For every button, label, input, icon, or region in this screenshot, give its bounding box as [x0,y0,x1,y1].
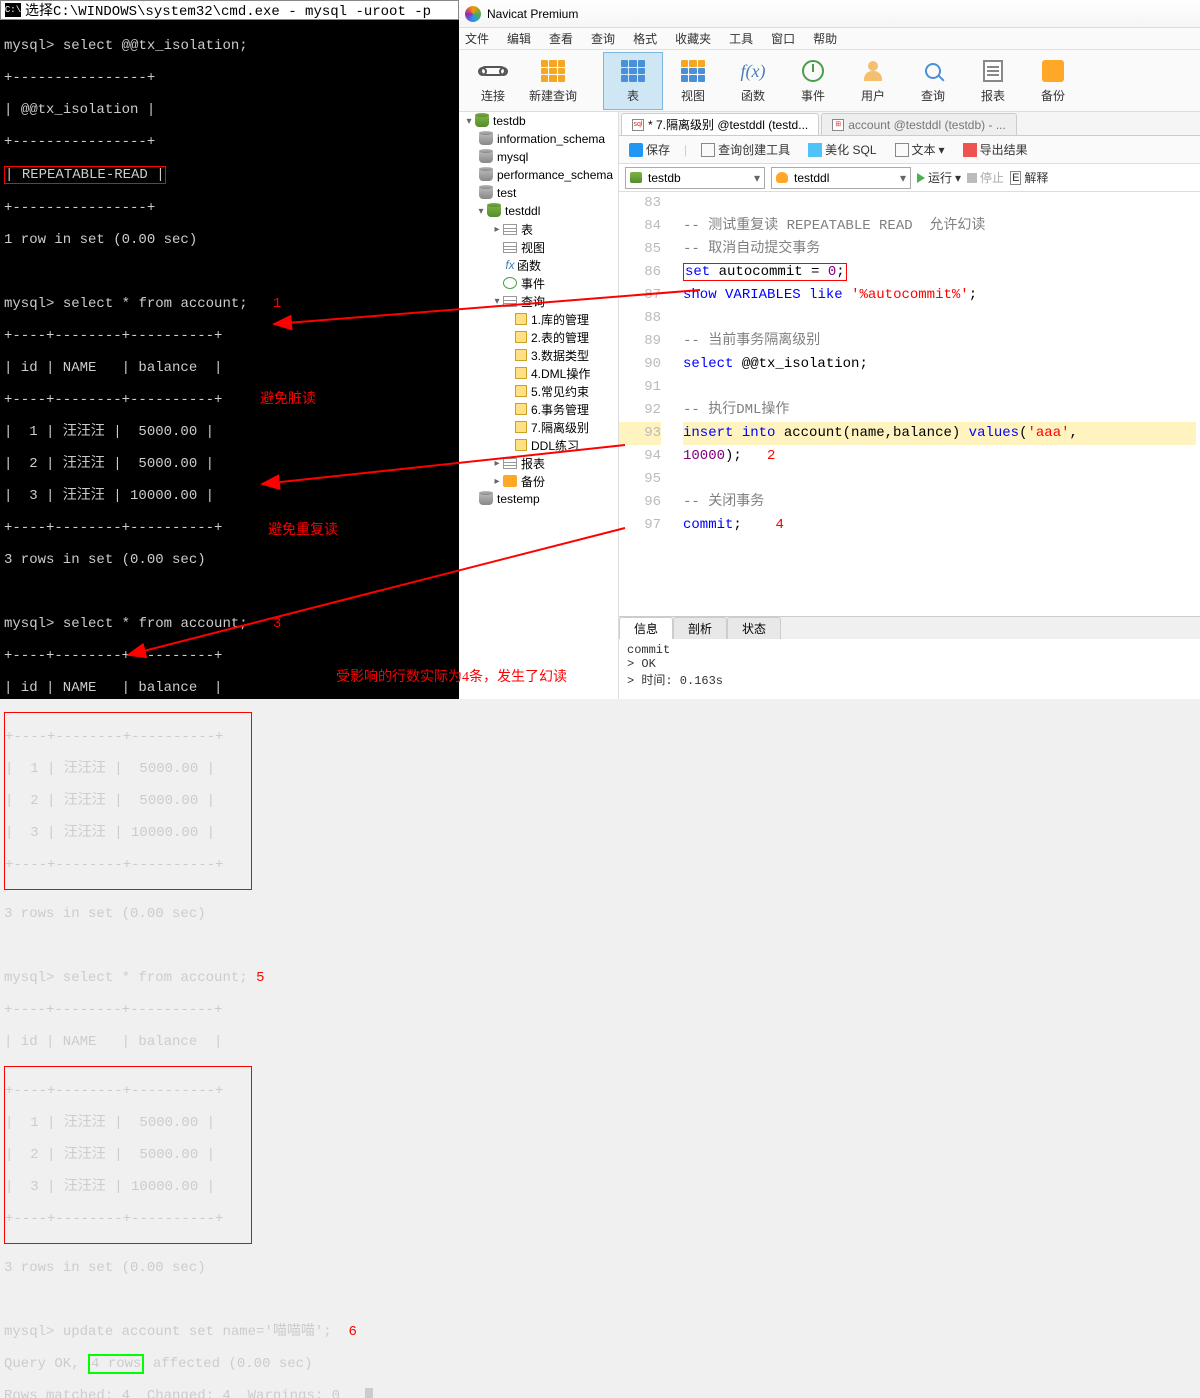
explain-icon: E [1010,171,1021,185]
export-button[interactable]: 导出结果 [959,139,1032,160]
menu-query[interactable]: 查询 [591,30,615,47]
play-icon [917,173,925,183]
tree-group-views[interactable]: 视图 [521,239,545,256]
tree-query-item[interactable]: 6.事务管理 [531,401,589,418]
tree-group-backup[interactable]: 备份 [521,473,545,490]
tool-table[interactable]: 表 [603,52,663,110]
beautify-button[interactable]: 美化 SQL [804,139,880,160]
menu-view[interactable]: 查看 [549,30,573,47]
tree-db-item[interactable]: mysql [497,150,528,164]
menu-format[interactable]: 格式 [633,30,657,47]
run-button[interactable]: 运行 ▾ [917,169,961,186]
menu-edit[interactable]: 编辑 [507,30,531,47]
cmd-body[interactable]: mysql> select @@tx_isolation; +---------… [0,20,459,1398]
tree-query-item[interactable]: 3.数据类型 [531,347,589,364]
menu-file[interactable]: 文件 [465,30,489,47]
tool-report[interactable]: 报表 [963,52,1023,110]
result-tab-info[interactable]: 信息 [619,617,673,639]
menubar[interactable]: 文件 编辑 查看 查询 格式 收藏夹 工具 窗口 帮助 [459,28,1200,50]
result-panel: 信息 剖析 状态 commit > OK > 时间: 0.163s [619,616,1200,699]
cmd-icon: C:\ [5,3,21,17]
tree-query-item[interactable]: DDL练习 [531,437,579,454]
tree-group-query[interactable]: 查询 [521,293,545,310]
menu-window[interactable]: 窗口 [771,30,795,47]
tree-conn[interactable]: testdb [493,114,526,128]
result-output: commit > OK > 时间: 0.163s [619,639,1200,699]
main-toolbar: 连接 新建查询 表 视图 f(x)函数 事件 用户 查询 报表 备份 [459,50,1200,112]
tree-query-item[interactable]: 5.常见约束 [531,383,589,400]
cmd-titlebar[interactable]: C:\ 选择C:\WINDOWS\system32\cmd.exe - mysq… [0,0,459,20]
tool-event[interactable]: 事件 [783,52,843,110]
tab-active[interactable]: sql* 7.隔离级别 @testddl (testd... [621,113,819,135]
stop-icon [967,173,977,183]
db-selector[interactable]: testdb [625,167,765,189]
tool-function[interactable]: f(x)函数 [723,52,783,110]
result-tab-status[interactable]: 状态 [727,617,781,639]
tree-db-item[interactable]: performance_schema [497,168,613,182]
tool-query[interactable]: 查询 [903,52,963,110]
menu-fav[interactable]: 收藏夹 [675,30,711,47]
text-icon [895,143,909,157]
tree-group-tables[interactable]: 表 [521,221,533,238]
navicat-logo-icon [465,6,481,22]
tool-connect[interactable]: 连接 [463,52,523,110]
beautify-icon [808,143,822,157]
tree-db-item[interactable]: test [497,186,516,200]
editor-toolbar: 保存 | 查询创建工具 美化 SQL 文本 ▾ 导出结果 [619,136,1200,164]
text-button[interactable]: 文本 ▾ [891,139,949,160]
save-button[interactable]: 保存 [625,139,674,160]
export-icon [963,143,977,157]
sql-file-icon: sql [632,119,644,131]
tree-db-testddl[interactable]: testddl [505,204,540,218]
navicat-title: Navicat Premium [487,7,578,21]
builder-icon [701,143,715,157]
tree-query-item[interactable]: 2.表的管理 [531,329,589,346]
annotation-phantom-read: 受影响的行数实际为4条，发生了幻读 [336,670,567,686]
tool-newquery[interactable]: 新建查询 [523,52,583,110]
tool-user[interactable]: 用户 [843,52,903,110]
combo-row: testdb testddl 运行 ▾ 停止 E解释 [619,164,1200,192]
result-tab-profile[interactable]: 剖析 [673,617,727,639]
annotation-dirty-read: 避免脏读 [260,392,316,408]
query-builder-button[interactable]: 查询创建工具 [697,139,794,160]
schema-selector[interactable]: testddl [771,167,911,189]
tree-group-func[interactable]: 函数 [517,257,541,274]
navicat-window: Navicat Premium 文件 编辑 查看 查询 格式 收藏夹 工具 窗口… [459,0,1200,699]
tool-view[interactable]: 视图 [663,52,723,110]
tool-backup[interactable]: 备份 [1023,52,1083,110]
tree-group-report[interactable]: 报表 [521,455,545,472]
tree-db-item[interactable]: testemp [497,492,540,506]
cmd-title: 选择C:\WINDOWS\system32\cmd.exe - mysql -u… [25,0,431,20]
navicat-titlebar[interactable]: Navicat Premium [459,0,1200,28]
tree-query-item[interactable]: 7.隔离级别 [531,419,589,436]
table-file-icon: ⊞ [832,119,844,131]
db-tree[interactable]: ▾testdb information_schema mysql perform… [459,112,619,699]
tree-query-item[interactable]: 1.库的管理 [531,311,589,328]
annotation-repeat-read: 避免重复读 [268,523,338,539]
menu-tools[interactable]: 工具 [729,30,753,47]
tree-query-item[interactable]: 4.DML操作 [531,365,590,382]
editor-tabs: sql* 7.隔离级别 @testddl (testd... ⊞account … [619,112,1200,136]
save-icon [629,143,643,157]
tree-group-event[interactable]: 事件 [521,275,545,292]
menu-help[interactable]: 帮助 [813,30,837,47]
explain-button[interactable]: E解释 [1010,169,1048,186]
tree-db-item[interactable]: information_schema [497,132,605,146]
cmd-window: C:\ 选择C:\WINDOWS\system32\cmd.exe - mysq… [0,0,459,699]
tab-inactive[interactable]: ⊞account @testddl (testdb) - ... [821,113,1017,135]
sql-editor[interactable]: 838485868788899091929394959697 -- 测试重复读 … [619,192,1200,616]
stop-button[interactable]: 停止 [967,169,1004,186]
